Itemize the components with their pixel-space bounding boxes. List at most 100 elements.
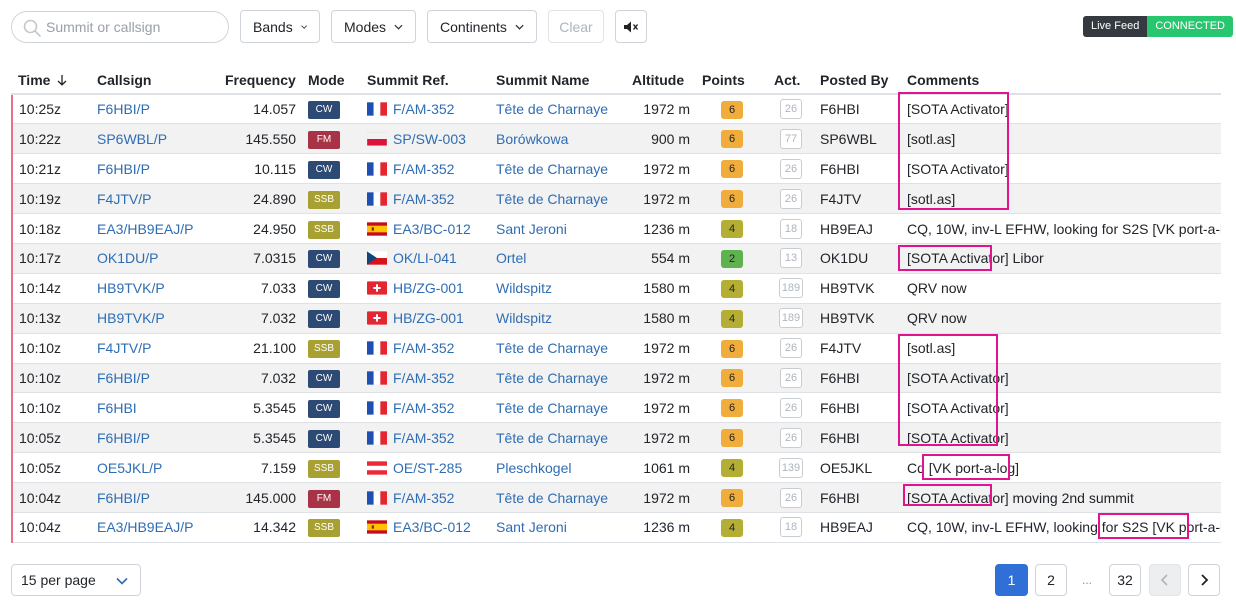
summit-ref-cell: F/AM-352 <box>361 422 490 454</box>
act-cell: 13 <box>768 243 814 274</box>
summit-ref-link[interactable]: EA3/BC-012 <box>393 221 471 237</box>
summit-ref-link[interactable]: F/AM-352 <box>393 101 454 117</box>
time-cell: 10:22z <box>11 123 91 155</box>
summit-name-link[interactable]: Ortel <box>496 250 526 266</box>
callsign-link[interactable]: OK1DU/P <box>97 250 158 266</box>
callsign-link[interactable]: F6HBI/P <box>97 161 150 177</box>
mode-badge: CW <box>308 280 340 299</box>
summit-name-link[interactable]: Tête de Charnaye <box>496 370 608 386</box>
points-badge: 6 <box>721 190 743 209</box>
summit-ref-link[interactable]: OE/ST-285 <box>393 460 462 476</box>
page-32-button[interactable]: 32 <box>1109 564 1141 596</box>
act-cell: 26 <box>768 422 814 454</box>
callsign-link[interactable]: F6HBI/P <box>97 101 150 117</box>
clear-label: Clear <box>559 18 593 35</box>
next-page-button[interactable] <box>1188 564 1220 596</box>
continents-dropdown[interactable]: Continents <box>427 10 537 43</box>
summit-ref-link[interactable]: EA3/BC-012 <box>393 519 471 535</box>
col-comments[interactable]: Comments <box>901 66 1221 95</box>
callsign-link[interactable]: F4JTV/P <box>97 340 151 356</box>
col-callsign[interactable]: Callsign <box>91 66 219 95</box>
search-input[interactable] <box>44 15 224 39</box>
page-1-button[interactable]: 1 <box>995 564 1028 596</box>
search-box[interactable] <box>11 11 229 43</box>
summit-name-link[interactable]: Tête de Charnaye <box>496 430 608 446</box>
time-cell: 10:13z <box>11 303 91 334</box>
col-act[interactable]: Act. <box>768 66 814 95</box>
col-mode[interactable]: Mode <box>302 66 361 95</box>
summit-name-link[interactable]: Sant Jeroni <box>496 519 567 535</box>
col-time[interactable]: Time <box>12 66 91 95</box>
callsign-link[interactable]: F4JTV/P <box>97 191 151 207</box>
summit-name-link[interactable]: Wildspitz <box>496 310 552 326</box>
summit-name-link[interactable]: Tête de Charnaye <box>496 340 608 356</box>
col-points[interactable]: Points <box>696 66 768 95</box>
col-altitude[interactable]: Altitude <box>626 66 696 95</box>
callsign-link[interactable]: F6HBI <box>97 400 137 416</box>
previous-page-button[interactable] <box>1149 564 1181 596</box>
callsign-link[interactable]: EA3/HB9EAJ/P <box>97 221 194 237</box>
summit-name-link[interactable]: Tête de Charnaye <box>496 191 608 207</box>
points-cell: 6 <box>696 123 768 155</box>
summit-ref-link[interactable]: F/AM-352 <box>393 191 454 207</box>
summit-name-link[interactable]: Borówkowa <box>496 131 568 147</box>
summit-name-cell: Tête de Charnaye <box>490 482 626 513</box>
col-frequency[interactable]: Frequency <box>219 66 302 95</box>
page-2-button[interactable]: 2 <box>1035 564 1067 596</box>
summit-ref-link[interactable]: F/AM-352 <box>393 161 454 177</box>
callsign-link[interactable]: EA3/HB9EAJ/P <box>97 519 194 535</box>
summit-name-link[interactable]: Tête de Charnaye <box>496 400 608 416</box>
modes-dropdown[interactable]: Modes <box>331 10 416 43</box>
summit-ref-link[interactable]: OK/LI-041 <box>393 250 457 266</box>
time-cell: 10:18z <box>11 213 91 244</box>
callsign-link[interactable]: HB9TVK/P <box>97 280 165 296</box>
col-summit-name[interactable]: Summit Name <box>490 66 626 95</box>
points-badge: 6 <box>721 100 743 119</box>
callsign-link[interactable]: OE5JKL/P <box>97 460 162 476</box>
summit-name-link[interactable]: Tête de Charnaye <box>496 161 608 177</box>
summit-ref-link[interactable]: F/AM-352 <box>393 430 454 446</box>
summit-name-link[interactable]: Sant Jeroni <box>496 221 567 237</box>
clear-button[interactable]: Clear <box>548 10 604 43</box>
summit-ref-link[interactable]: SP/SW-003 <box>393 131 466 147</box>
summit-ref-link[interactable]: HB/ZG-001 <box>393 280 464 296</box>
callsign-link[interactable]: HB9TVK/P <box>97 310 165 326</box>
summit-name-link[interactable]: Tête de Charnaye <box>496 101 608 117</box>
summit-ref-link[interactable]: F/AM-352 <box>393 340 454 356</box>
summit-ref-cell: SP/SW-003 <box>361 123 490 155</box>
callsign-link[interactable]: F6HBI/P <box>97 430 150 446</box>
act-cell: 18 <box>768 213 814 244</box>
activations-badge: 26 <box>780 188 802 209</box>
altitude-cell: 1972 m <box>626 482 696 513</box>
posted-by-cell: F6HBI <box>814 422 901 454</box>
summit-ref-link[interactable]: F/AM-352 <box>393 490 454 506</box>
frequency-cell: 14.057 <box>219 94 302 125</box>
callsign-link[interactable]: F6HBI/P <box>97 490 150 506</box>
act-cell: 18 <box>768 512 814 543</box>
col-posted-by[interactable]: Posted By <box>814 66 901 95</box>
col-summit-ref[interactable]: Summit Ref. <box>361 66 490 95</box>
summit-ref-link[interactable]: F/AM-352 <box>393 370 454 386</box>
comments-cell: [SOTA Activator] <box>901 153 1221 185</box>
summit-ref-link[interactable]: HB/ZG-001 <box>393 310 464 326</box>
summit-name-link[interactable]: Wildspitz <box>496 280 552 296</box>
comments-cell: CQ, 10W, inv-L EFHW, looking for S2S [VK… <box>901 512 1221 543</box>
poland-flag-icon <box>367 131 387 146</box>
comments-cell: [sotl.as] <box>901 333 1221 364</box>
act-cell: 26 <box>768 363 814 394</box>
summit-name-link[interactable]: Pleschkogel <box>496 460 572 476</box>
france-flag-icon <box>367 191 387 206</box>
summit-ref-link[interactable]: F/AM-352 <box>393 400 454 416</box>
mode-cell: CW <box>302 273 361 304</box>
time-cell: 10:10z <box>11 333 91 364</box>
bands-dropdown[interactable]: Bands <box>240 10 320 43</box>
mode-cell: CW <box>302 153 361 185</box>
summit-name-link[interactable]: Tête de Charnaye <box>496 490 608 506</box>
summit-ref-cell: HB/ZG-001 <box>361 303 490 334</box>
table-row: 10:10z F6HBI/P 7.032 CW F/AM-352 Tête de Char… <box>11 363 1221 394</box>
callsign-link[interactable]: SP6WBL/P <box>97 131 167 147</box>
act-cell: 26 <box>768 94 814 125</box>
callsign-link[interactable]: F6HBI/P <box>97 370 150 386</box>
act-cell: 26 <box>768 392 814 424</box>
sound-toggle-button[interactable] <box>615 10 647 43</box>
